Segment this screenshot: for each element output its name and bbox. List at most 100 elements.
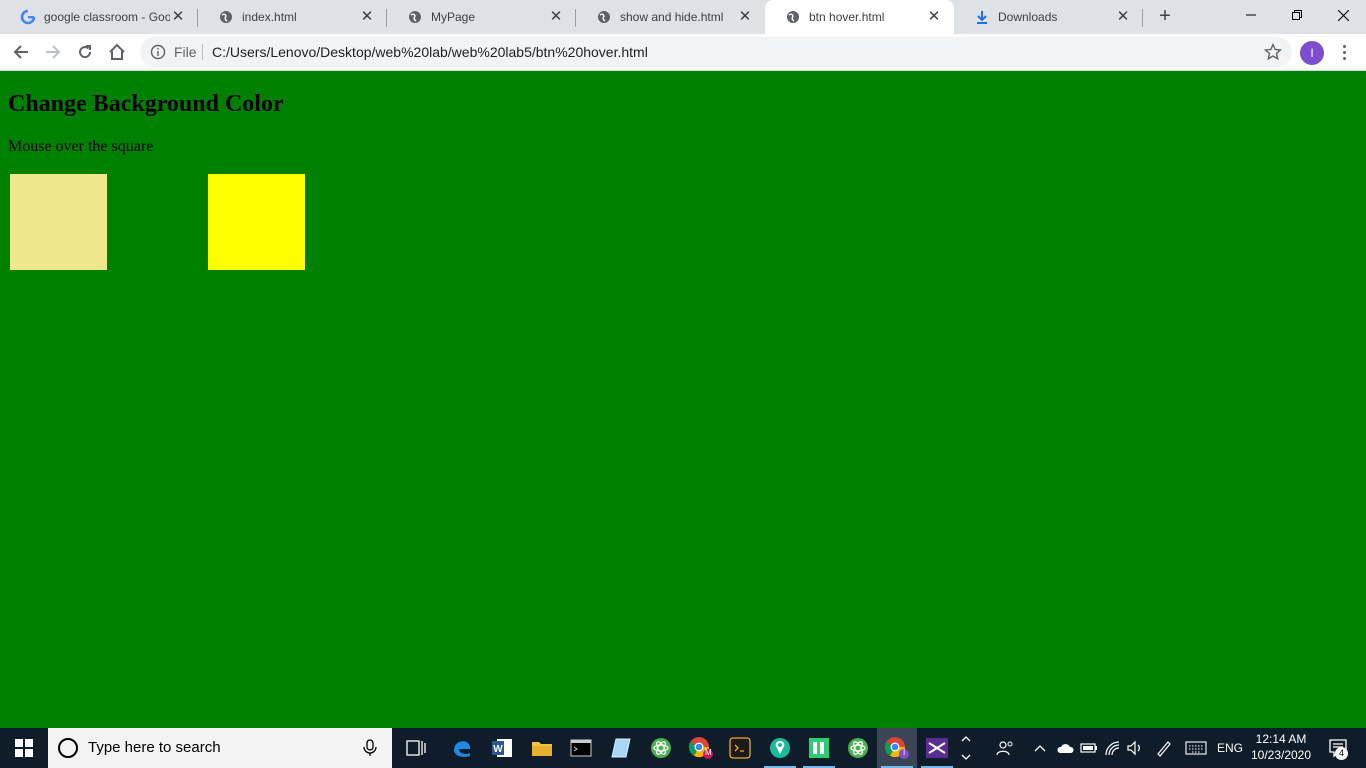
- clock-time: 12:14 AM: [1255, 732, 1307, 746]
- tab-btn-hover[interactable]: btn hover.html ✕: [765, 0, 954, 34]
- profile-avatar[interactable]: I: [1300, 41, 1324, 65]
- speaker-icon: [1127, 740, 1140, 756]
- cloud-icon: [1057, 744, 1074, 753]
- tab-title: index.html: [242, 10, 297, 24]
- reload-icon: [79, 45, 92, 59]
- globe-icon: [218, 9, 234, 25]
- tab-title: Downloads: [998, 10, 1058, 24]
- browser-toolbar: File C:/Users/Lenovo/Desktop/web%20lab/w…: [0, 34, 1366, 71]
- chevron-up-icon: [1034, 745, 1046, 752]
- atom-app-2[interactable]: [838, 728, 878, 768]
- atom-app[interactable]: [641, 728, 681, 768]
- close-icon[interactable]: ✕: [1115, 9, 1131, 25]
- chrome-menu-button[interactable]: [1334, 40, 1354, 64]
- folder-icon: [532, 742, 552, 756]
- tab-title: MyPage: [431, 10, 476, 24]
- wifi-tray[interactable]: [1102, 728, 1124, 768]
- page-heading: Change Background Color: [8, 91, 284, 117]
- close-icon[interactable]: ✕: [737, 9, 753, 25]
- tab-google-classroom[interactable]: google classroom - Goo ✕: [0, 0, 198, 34]
- forward-button[interactable]: [39, 38, 67, 66]
- url-text[interactable]: C:/Users/Lenovo/Desktop/web%20lab/web%20…: [212, 37, 648, 67]
- tab-title: btn hover.html: [809, 10, 885, 24]
- chrome-app-profile-m[interactable]: M: [681, 728, 721, 768]
- people-button[interactable]: [990, 728, 1020, 768]
- home-button[interactable]: [103, 38, 131, 66]
- prompt-icon: [729, 737, 751, 759]
- tab-downloads[interactable]: Downloads ✕: [954, 0, 1143, 34]
- hover-square-yellow[interactable]: [208, 174, 305, 270]
- home-icon: [109, 43, 125, 60]
- onedrive-tray[interactable]: [1054, 728, 1076, 768]
- close-icon[interactable]: ✕: [359, 9, 375, 25]
- profile-badge-m: M: [705, 748, 712, 757]
- people-icon: [996, 741, 1013, 756]
- file-explorer-app[interactable]: [522, 728, 562, 768]
- hover-square-khaki[interactable]: [10, 174, 107, 270]
- restore-button[interactable]: [1274, 0, 1320, 30]
- new-tab-button[interactable]: +: [1153, 5, 1177, 29]
- forward-arrow-icon: [46, 45, 61, 59]
- windows-taskbar: Type here to search W M I ENG 12:14 AM 1…: [0, 728, 1366, 768]
- edge-app[interactable]: [442, 728, 482, 768]
- touch-keyboard-tray[interactable]: [1182, 728, 1210, 768]
- minimize-button[interactable]: [1228, 0, 1274, 30]
- notepad-icon: [611, 738, 631, 758]
- taskbar-clock[interactable]: 12:14 AM 10/23/2020: [1246, 728, 1316, 768]
- close-window-button[interactable]: [1320, 0, 1366, 30]
- terminal-app[interactable]: [720, 728, 760, 768]
- globe-icon: [596, 9, 612, 25]
- taskbar-search-box[interactable]: Type here to search: [48, 728, 392, 768]
- start-button[interactable]: [0, 728, 48, 768]
- address-bar[interactable]: File C:/Users/Lenovo/Desktop/web%20lab/w…: [140, 37, 1292, 67]
- word-icon: W: [492, 739, 512, 757]
- info-icon[interactable]: [150, 44, 166, 60]
- wifi-icon: [1105, 741, 1120, 756]
- command-prompt-app[interactable]: [561, 728, 601, 768]
- language-indicator[interactable]: ENG: [1214, 728, 1246, 768]
- chrome-app-profile-i[interactable]: I: [877, 728, 917, 768]
- maps-app[interactable]: [760, 728, 800, 768]
- instruction-text: Mouse over the square: [8, 138, 154, 155]
- pen-icon: [1157, 741, 1171, 757]
- bookmark-star-icon[interactable]: [1263, 42, 1283, 61]
- notepad-app[interactable]: [601, 728, 641, 768]
- reload-button[interactable]: [71, 38, 99, 66]
- show-hidden-icons-button[interactable]: [1030, 728, 1050, 768]
- scheme-label: File: [174, 44, 197, 60]
- tab-strip: google classroom - Goo ✕ index.html ✕ My…: [0, 0, 1366, 34]
- profile-badge-i: I: [903, 748, 906, 757]
- pen-workspace-tray[interactable]: [1152, 728, 1176, 768]
- word-app[interactable]: W: [482, 728, 522, 768]
- task-view-button[interactable]: [396, 728, 436, 768]
- search-placeholder: Type here to search: [88, 739, 221, 756]
- tab-index[interactable]: index.html ✕: [198, 0, 387, 34]
- action-center-button[interactable]: 4: [1322, 728, 1356, 768]
- close-icon[interactable]: ✕: [548, 9, 564, 25]
- cortana-icon: [58, 738, 78, 758]
- battery-tray[interactable]: [1078, 728, 1100, 768]
- tab-title: show and hide.html: [620, 10, 724, 24]
- back-button[interactable]: [7, 38, 35, 66]
- taskbar-scroll[interactable]: [957, 728, 975, 768]
- scroll-arrows-icon: [961, 736, 971, 760]
- atom-icon: [848, 738, 868, 758]
- edge-icon: [454, 741, 471, 757]
- volume-tray[interactable]: [1124, 728, 1146, 768]
- close-icon[interactable]: ✕: [170, 9, 186, 25]
- visual-studio-icon: [926, 738, 948, 758]
- map-pin-icon: [770, 738, 790, 758]
- notification-count: 4: [1335, 747, 1348, 760]
- battery-icon: [1080, 743, 1097, 753]
- microphone-icon[interactable]: [362, 739, 378, 757]
- keyboard-icon: [1185, 741, 1207, 755]
- visual-studio-app[interactable]: [917, 728, 957, 768]
- download-icon: [974, 9, 990, 25]
- svg-text:W: W: [493, 744, 503, 755]
- tab-mypage[interactable]: MyPage ✕: [387, 0, 576, 34]
- chrome-icon: [884, 737, 909, 759]
- tab-show-and-hide[interactable]: show and hide.html ✕: [576, 0, 765, 34]
- close-icon[interactable]: ✕: [926, 9, 942, 25]
- green-app[interactable]: [799, 728, 839, 768]
- google-icon: [20, 9, 36, 25]
